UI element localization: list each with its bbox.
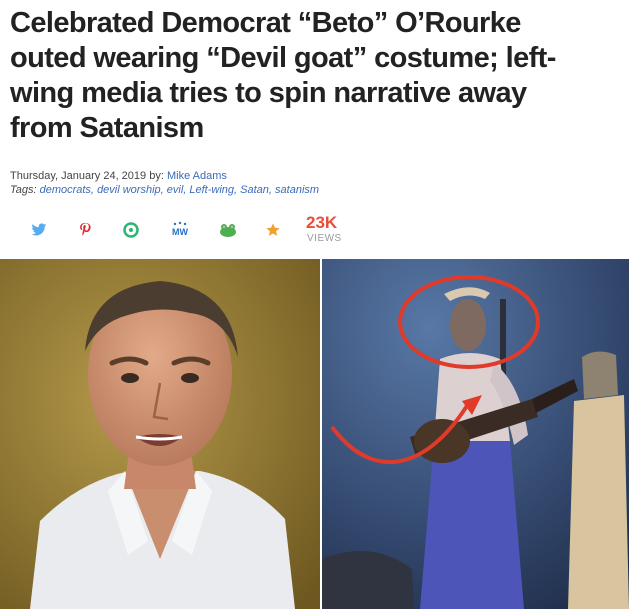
headline-line-2: outed wearing “Devil goat” costume; left… [10, 42, 556, 74]
frog-icon[interactable] [218, 221, 238, 239]
tag-link[interactable]: Satan, [240, 184, 272, 196]
mewe-label: MW [172, 227, 188, 237]
tag-link[interactable]: democrats, [40, 184, 94, 196]
tags-line: Tags: democrats, devil worship, evil, Le… [10, 183, 319, 197]
mewe-icon[interactable]: MW [168, 221, 192, 239]
tag-link[interactable]: satanism [275, 184, 319, 196]
tags-label: Tags: [10, 184, 37, 196]
headline-line-4: from Satanism [10, 112, 204, 144]
views-count: 23K [306, 213, 338, 232]
article-meta: Thursday, January 24, 2019 by: Mike Adam… [10, 169, 319, 197]
by-label: by: [149, 170, 164, 182]
twitter-icon[interactable] [30, 221, 48, 239]
circle-share-icon[interactable] [122, 221, 140, 239]
views-label: VIEWS [307, 233, 342, 244]
tag-link[interactable]: evil, [167, 184, 187, 196]
pinterest-icon[interactable] [76, 221, 94, 239]
publish-date: Thursday, January 24, 2019 [10, 170, 147, 182]
headline-line-3: wing media tries to spin narrative away [10, 77, 527, 109]
headline-line-1: Celebrated Democrat “Beto” O’Rourke [10, 7, 521, 39]
byline: Thursday, January 24, 2019 by: Mike Adam… [10, 169, 319, 183]
tag-link[interactable]: devil worship, [97, 184, 164, 196]
tag-link[interactable]: Left-wing, [189, 184, 237, 196]
concert-photo [322, 259, 629, 609]
article-headline: Celebrated Democrat “Beto” O’Rourke oute… [10, 6, 620, 146]
portrait-photo [0, 259, 320, 609]
star-icon[interactable] [264, 221, 282, 239]
author-link[interactable]: Mike Adams [167, 170, 227, 182]
